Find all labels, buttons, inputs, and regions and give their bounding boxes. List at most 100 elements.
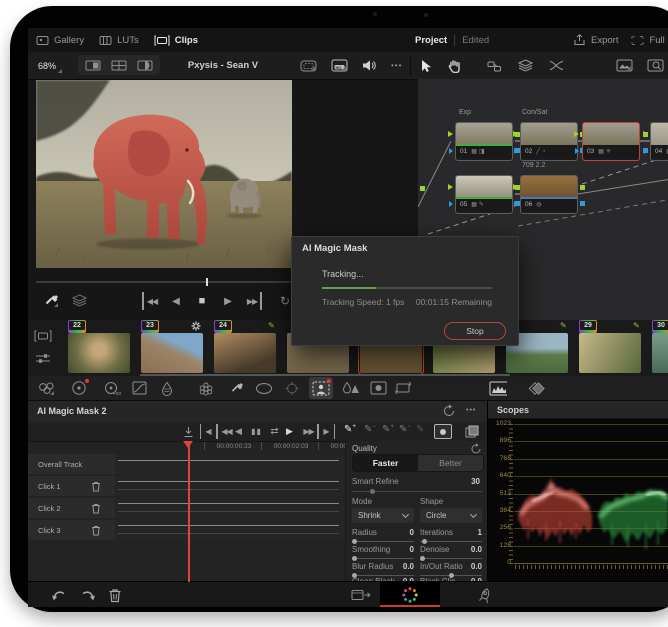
track-forward-fast-button[interactable] <box>301 424 319 439</box>
lightbox-icon[interactable] <box>647 59 664 72</box>
param-slider[interactable] <box>352 538 414 544</box>
mask-panel-menu[interactable] <box>466 407 476 414</box>
bidirectional-track-button[interactable] <box>267 424 282 439</box>
clip-thumbnail-24[interactable] <box>214 333 276 373</box>
splitter-combiner-icon[interactable] <box>549 60 564 71</box>
node-02[interactable]: 02 ╱◔ <box>513 122 585 161</box>
goto-first-frame-button[interactable] <box>142 292 159 310</box>
track-label-click1[interactable]: Click 1 <box>28 476 115 496</box>
delete-track-icon[interactable] <box>90 524 102 536</box>
param-slider[interactable] <box>420 555 482 561</box>
clips-mini-icon[interactable] <box>34 330 52 342</box>
single-viewer-icon[interactable] <box>82 60 104 71</box>
export-button[interactable]: Export <box>591 35 618 46</box>
param-value[interactable]: 0 <box>352 528 414 537</box>
redo-icon[interactable] <box>77 584 99 606</box>
track-area-click2[interactable] <box>115 498 345 518</box>
pan-hand-icon[interactable] <box>448 59 461 73</box>
mask-timeline-ruler[interactable]: 00:00:00:23 00:00:02:03 00:00:03:07 00:0… <box>115 441 422 453</box>
viewer-options-menu[interactable] <box>391 61 402 70</box>
curves-icon[interactable] <box>130 379 148 397</box>
tracker-icon[interactable] <box>283 379 301 397</box>
nodes-view-icon[interactable] <box>487 60 502 72</box>
param-value[interactable]: 0 <box>352 545 414 554</box>
color-page-icon[interactable] <box>399 584 421 606</box>
param-value[interactable]: 0.0 <box>420 562 482 571</box>
undo-icon[interactable] <box>48 584 70 606</box>
clip-thumbnail-29[interactable] <box>579 333 641 373</box>
stop-button[interactable] <box>193 292 211 310</box>
eyedropper-icon[interactable] <box>44 293 60 309</box>
luts-button[interactable]: LUTs <box>117 35 139 46</box>
pointer-tool-icon[interactable] <box>420 59 432 73</box>
effects-icon[interactable] <box>369 379 387 397</box>
track-to-frame-icon[interactable] <box>181 424 196 439</box>
track-label-overall[interactable]: Overall Track <box>28 454 115 474</box>
viewer-scrubber[interactable] <box>36 278 292 286</box>
play-forward-button[interactable] <box>219 292 237 310</box>
node-05[interactable]: 05 ▦✎ <box>448 175 520 214</box>
clip-out-icon[interactable]: ▶ <box>319 424 335 439</box>
smart-refine-value[interactable]: 30 <box>471 477 480 486</box>
param-slider[interactable] <box>420 572 482 578</box>
smart-refine-slider[interactable] <box>352 488 482 494</box>
mode-dropdown[interactable]: Shrink <box>352 508 414 523</box>
clip-thumbnail-23[interactable] <box>141 333 203 373</box>
mask-overlay-icon[interactable] <box>464 424 479 439</box>
magic-mask-icon[interactable] <box>312 379 331 397</box>
grid-viewer-icon[interactable] <box>108 60 130 71</box>
pause-tracking-button[interactable] <box>249 424 264 439</box>
blur-sharpen-icon[interactable] <box>342 379 360 397</box>
clips-button[interactable]: Clips <box>175 35 198 46</box>
resolve-fx-icon[interactable] <box>197 379 215 397</box>
clip-title[interactable]: Pxysis - Sean V <box>188 60 258 71</box>
layers-icon[interactable] <box>518 59 533 72</box>
track-area-click1[interactable] <box>115 476 345 496</box>
fullscreen-button[interactable]: Full Screen <box>649 35 668 46</box>
timeline-playhead[interactable] <box>183 441 193 448</box>
delete-track-icon[interactable] <box>90 502 102 514</box>
eraser-icon[interactable]: ✎ <box>416 424 431 439</box>
cut-page-icon[interactable] <box>350 584 372 606</box>
goto-last-frame-button[interactable] <box>245 292 262 310</box>
trash-icon[interactable] <box>104 584 126 606</box>
waveform-scope-icon[interactable] <box>489 379 507 397</box>
param-slider[interactable] <box>352 555 414 561</box>
viewer-zoom-select[interactable]: 68% <box>34 57 64 75</box>
fusion-rocket-icon[interactable] <box>472 584 494 606</box>
track-reverse-button[interactable] <box>231 424 246 439</box>
node-03-selected[interactable]: 03 ▦✳ <box>574 122 648 161</box>
clip-thumbnail-30[interactable] <box>652 333 668 373</box>
gallery-button[interactable]: Gallery <box>54 35 84 46</box>
proxy-quality-icon[interactable]: HQ <box>331 59 348 72</box>
param-value[interactable]: 1 <box>420 528 482 537</box>
power-window-icon[interactable] <box>255 379 273 397</box>
video-viewer[interactable] <box>36 80 292 268</box>
play-reverse-button[interactable] <box>167 292 185 310</box>
keyframes-icon[interactable] <box>527 379 545 397</box>
qualifier-icon[interactable] <box>158 379 176 397</box>
hdr-grade-icon[interactable]: HDR <box>103 379 121 397</box>
mask-view-icon[interactable] <box>434 424 452 439</box>
audio-mute-icon[interactable] <box>362 59 377 72</box>
remove-stroke-picker-icon[interactable]: ✎− <box>364 424 379 439</box>
delete-track-icon[interactable] <box>90 480 102 492</box>
track-label-click2[interactable]: Click 2 <box>28 498 115 518</box>
track-forward-button[interactable] <box>282 424 297 439</box>
playhead-marker[interactable] <box>206 278 208 286</box>
camera-raw-icon[interactable] <box>38 379 56 397</box>
quality-faster-button[interactable]: Faster <box>353 455 418 471</box>
stills-icon[interactable] <box>616 59 633 72</box>
node-04[interactable]: 04▦◔ <box>643 122 668 161</box>
waveform-scope[interactable]: 1023 896 768 640 512 384 256 128 0 <box>488 419 668 582</box>
stop-tracking-button[interactable]: Stop <box>444 322 506 340</box>
color-wheels-icon[interactable] <box>70 379 89 397</box>
clip-thumbnail-22[interactable] <box>68 333 130 373</box>
param-slider[interactable] <box>352 572 414 578</box>
shape-dropdown[interactable]: Circle <box>420 508 482 523</box>
track-label-click3[interactable]: Click 3 <box>28 520 115 540</box>
param-slider[interactable] <box>420 538 482 544</box>
quality-better-button[interactable]: Better <box>418 455 483 471</box>
timeline-playhead-line[interactable] <box>188 441 190 582</box>
wipe-modes-icon[interactable] <box>72 294 87 307</box>
